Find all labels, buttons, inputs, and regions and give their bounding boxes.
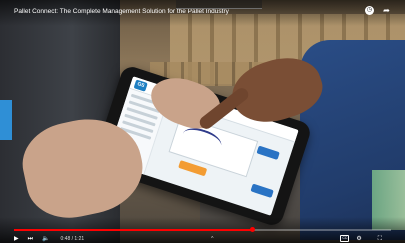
settings-icon[interactable]: ⚙ [356,235,361,243]
watch-later-icon[interactable]: ◷ [365,6,374,15]
next-icon[interactable]: ⏭ [28,235,33,243]
right-controls: CC ⚙ ⛶ [340,235,391,243]
app-logo: GS [133,78,148,92]
volume-icon[interactable]: 🔈 [42,235,49,243]
video-title[interactable]: Pallet Connect: The Complete Management … [14,8,229,15]
app-blue-button-lower [250,183,274,198]
play-icon[interactable]: ▶ [14,235,19,243]
hover-tooltip [176,0,262,9]
blue-side-tab [0,100,12,140]
captions-button[interactable]: CC [340,235,350,242]
player-controls: ▶ ⏭ 🔈 0:48 / 1:21 ^ CC ⚙ ⛶ [14,234,391,243]
progress-scrubber[interactable] [249,227,255,232]
video-player[interactable]: GS Pallet Connect: The Complete Manageme… [0,0,405,243]
top-icons: ◷ ➦ [365,6,391,15]
fullscreen-icon[interactable]: ⛶ [378,235,382,243]
progress-bar[interactable] [14,227,391,232]
share-icon[interactable]: ➦ [382,6,391,15]
time-display: 0:48 / 1:21 [60,235,85,242]
progress-fill [14,229,252,231]
chevron-up-icon[interactable]: ^ [211,236,213,242]
video-frame[interactable]: GS [0,0,405,243]
app-blue-button [256,145,280,160]
